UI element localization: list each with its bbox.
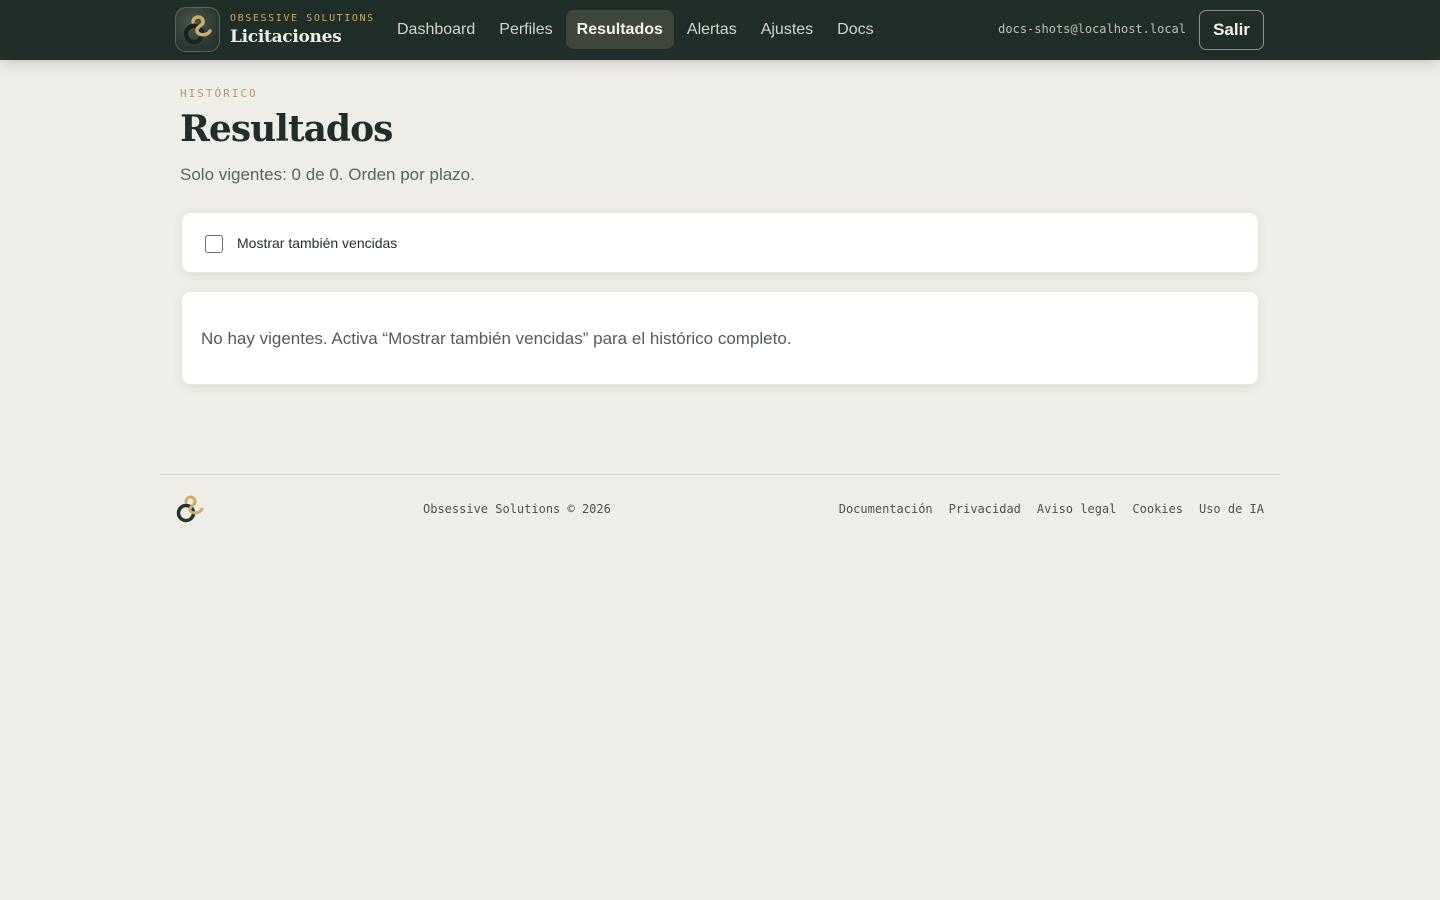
footer-copyright: Obsessive Solutions © 2026 xyxy=(423,502,611,516)
nav-item-alertas[interactable]: Alertas xyxy=(676,10,748,49)
brand-company: OBSESSIVE SOLUTIONS xyxy=(230,12,375,24)
footer-link-aviso-legal[interactable]: Aviso legal xyxy=(1037,502,1116,516)
footer-logo-icon xyxy=(175,494,207,529)
brand-text: OBSESSIVE SOLUTIONS Licitaciones xyxy=(230,13,375,47)
footer-divider xyxy=(160,474,1280,475)
footer-link-cookies[interactable]: Cookies xyxy=(1132,502,1183,516)
page-subtitle: Solo vigentes: 0 de 0. Orden por plazo. xyxy=(180,165,475,184)
footer-link-documentacion[interactable]: Documentación xyxy=(839,502,933,516)
show-expired-checkbox[interactable] xyxy=(205,235,223,253)
results-card: No hay vigentes. Activa “Mostrar también… xyxy=(181,291,1259,385)
nav-item-docs[interactable]: Docs xyxy=(826,10,884,49)
logout-button[interactable]: Salir xyxy=(1199,10,1264,50)
footer-link-uso-de-ia[interactable]: Uso de IA xyxy=(1199,502,1264,516)
user-email: docs-shots@localhost.local xyxy=(998,22,1186,36)
page-title: Resultados xyxy=(180,108,393,150)
nav-item-resultados[interactable]: Resultados xyxy=(565,10,674,49)
empty-state-message: No hay vigentes. Activa “Mostrar también… xyxy=(201,329,792,348)
top-navbar: OBSESSIVE SOLUTIONS Licitaciones Dashboa… xyxy=(0,0,1440,60)
main-nav: Dashboard Perfiles Resultados Alertas Aj… xyxy=(386,10,887,49)
brand-product: Licitaciones xyxy=(230,26,342,47)
nav-item-ajustes[interactable]: Ajustes xyxy=(750,10,824,49)
page-eyebrow: HISTÓRICO xyxy=(180,87,258,100)
nav-item-perfiles[interactable]: Perfiles xyxy=(488,10,563,49)
footer-links: Documentación Privacidad Aviso legal Coo… xyxy=(823,502,1264,516)
footer-link-privacidad[interactable]: Privacidad xyxy=(949,502,1021,516)
show-expired-label[interactable]: Mostrar también vencidas xyxy=(237,235,397,251)
brand-logo-icon xyxy=(175,7,220,52)
brand[interactable]: OBSESSIVE SOLUTIONS Licitaciones xyxy=(175,7,375,52)
nav-item-dashboard[interactable]: Dashboard xyxy=(386,10,486,49)
filter-card: Mostrar también vencidas xyxy=(181,212,1259,273)
